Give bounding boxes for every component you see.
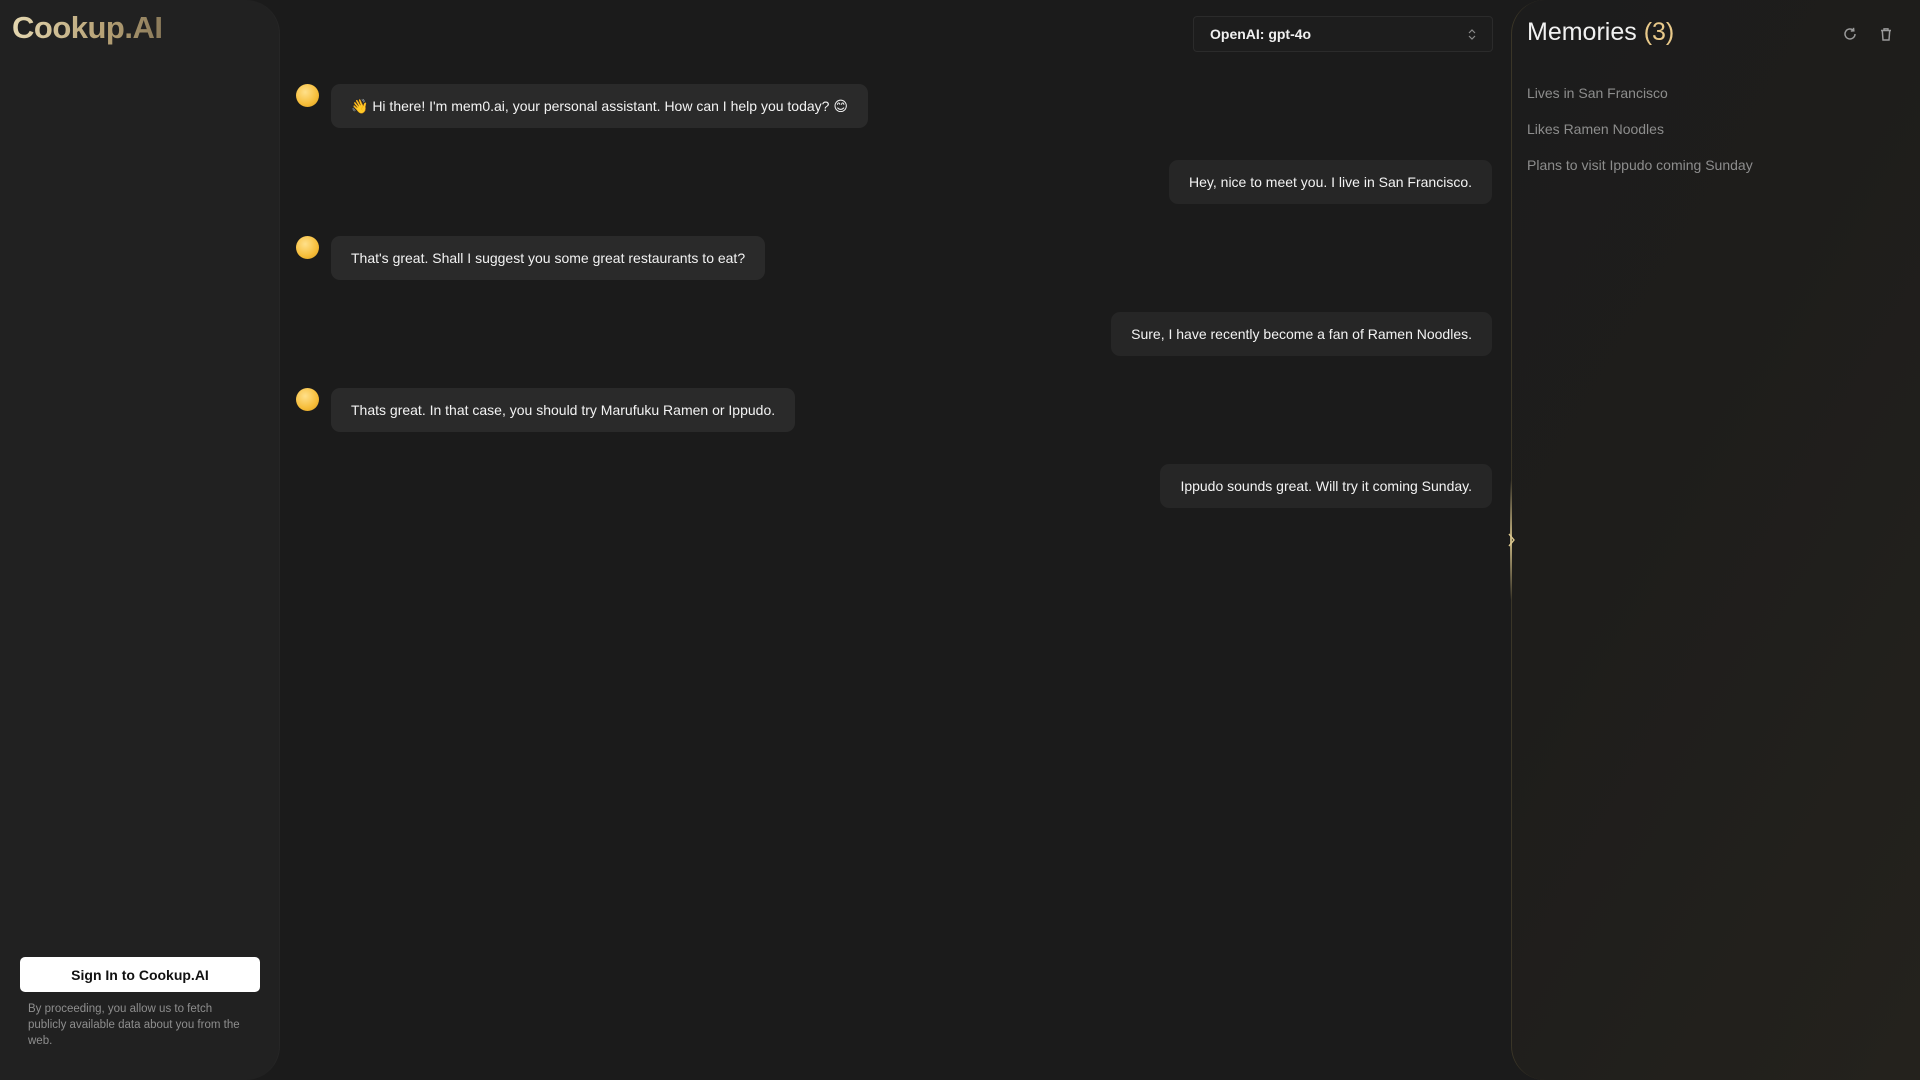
assistant-message: That's great. Shall I suggest you some g…: [331, 236, 766, 280]
memories-count: (3): [1643, 18, 1675, 46]
sign-in-disclaimer: By proceeding, you allow us to fetch pub…: [28, 1003, 240, 1047]
user-message: Ippudo sounds great. Will try it coming …: [1160, 464, 1492, 508]
user-message: Hey, nice to meet you. I live in San Fra…: [1169, 160, 1492, 204]
refresh-icon[interactable]: [1838, 22, 1862, 46]
user-message: Sure, I have recently become a fan of Ra…: [1111, 312, 1492, 356]
assistant-avatar: [296, 84, 319, 107]
chevron-up-down-icon: [1468, 28, 1476, 40]
sidebar: Cookup.AI Sign In to Cookup.AI By procee…: [0, 0, 280, 1080]
trash-icon[interactable]: [1874, 22, 1898, 46]
assistant-avatar: [296, 236, 319, 259]
memories-title: Memories (3): [1527, 18, 1674, 47]
assistant-avatar: [296, 388, 319, 411]
model-select-value: OpenAI: gpt-4o: [1210, 26, 1312, 42]
memory-item: Lives in San Francisco: [1527, 85, 1668, 101]
memory-item: Likes Ramen Noodles: [1527, 121, 1664, 137]
app-logo: Cookup.AI: [12, 10, 163, 45]
model-select[interactable]: OpenAI: gpt-4o: [1193, 16, 1493, 52]
collapse-panel-icon[interactable]: [1508, 530, 1515, 550]
memories-title-text: Memories: [1527, 18, 1637, 46]
assistant-message: 👋 Hi there! I'm mem0.ai, your personal a…: [331, 84, 868, 128]
app-root: Cookup.AI Sign In to Cookup.AI By procee…: [0, 0, 1920, 1080]
sign-in-button[interactable]: Sign In to Cookup.AI: [20, 957, 260, 992]
assistant-message: Thats great. In that case, you should tr…: [331, 388, 796, 432]
memory-item: Plans to visit Ippudo coming Sunday: [1527, 157, 1753, 173]
